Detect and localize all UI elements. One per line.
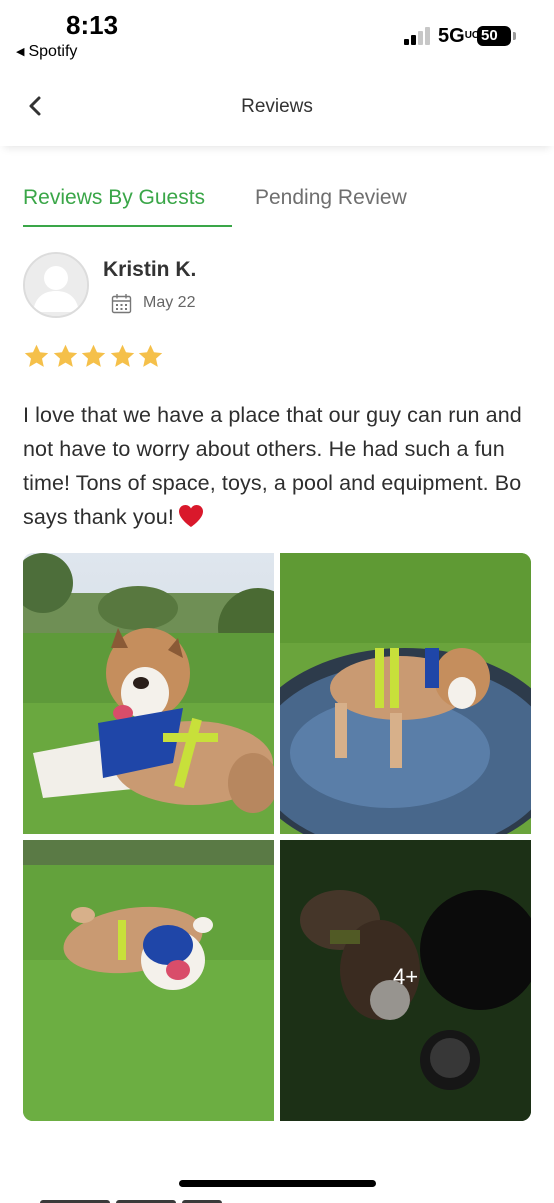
more-photos-count: 4+	[392, 964, 419, 989]
avatar	[23, 252, 89, 318]
review-text: I love that we have a place that our guy…	[23, 403, 522, 529]
review-photo-1[interactable]	[23, 553, 274, 834]
star-icon	[53, 344, 77, 367]
star-icon	[81, 344, 106, 367]
user-placeholder-icon	[25, 254, 87, 316]
review-photo-3[interactable]	[23, 840, 274, 1121]
dog-bandana-photo	[23, 553, 274, 834]
tab-reviews-by-guests[interactable]: Reviews By Guests	[23, 186, 205, 210]
review-photo-2[interactable]	[280, 553, 531, 834]
reviewer-name: Kristin K.	[103, 258, 197, 281]
review-photo-4[interactable]: 4+	[280, 840, 531, 1121]
tab-pending-review[interactable]: Pending Review	[255, 186, 407, 210]
battery-icon: 50	[477, 26, 511, 46]
network-indicator: 5GUC	[438, 25, 480, 47]
back-to-app-link[interactable]: ◀ Spotify	[16, 43, 77, 61]
active-tab-indicator	[23, 225, 232, 227]
page-title: Reviews	[241, 96, 313, 117]
dog-in-pool-photo	[280, 553, 531, 834]
calendar-icon	[111, 294, 132, 314]
review-date: May 22	[143, 294, 196, 311]
star-icon	[24, 344, 49, 367]
back-triangle-icon: ◀	[16, 46, 25, 58]
app-header: Reviews	[0, 70, 554, 146]
back-app-label: Spotify	[28, 43, 78, 60]
cellular-signal-icon	[404, 27, 434, 45]
battery-tip	[513, 32, 516, 40]
star-icon	[110, 344, 134, 367]
heart-icon	[178, 505, 203, 527]
status-bar: 8:13 ◀ Spotify 5GUC 50	[0, 0, 554, 70]
status-time: 8:13	[66, 10, 119, 40]
cut-off-section-heading	[40, 1193, 240, 1203]
home-indicator	[179, 1180, 376, 1187]
dog-rolling-photo	[23, 840, 274, 1121]
star-icon	[138, 344, 163, 367]
